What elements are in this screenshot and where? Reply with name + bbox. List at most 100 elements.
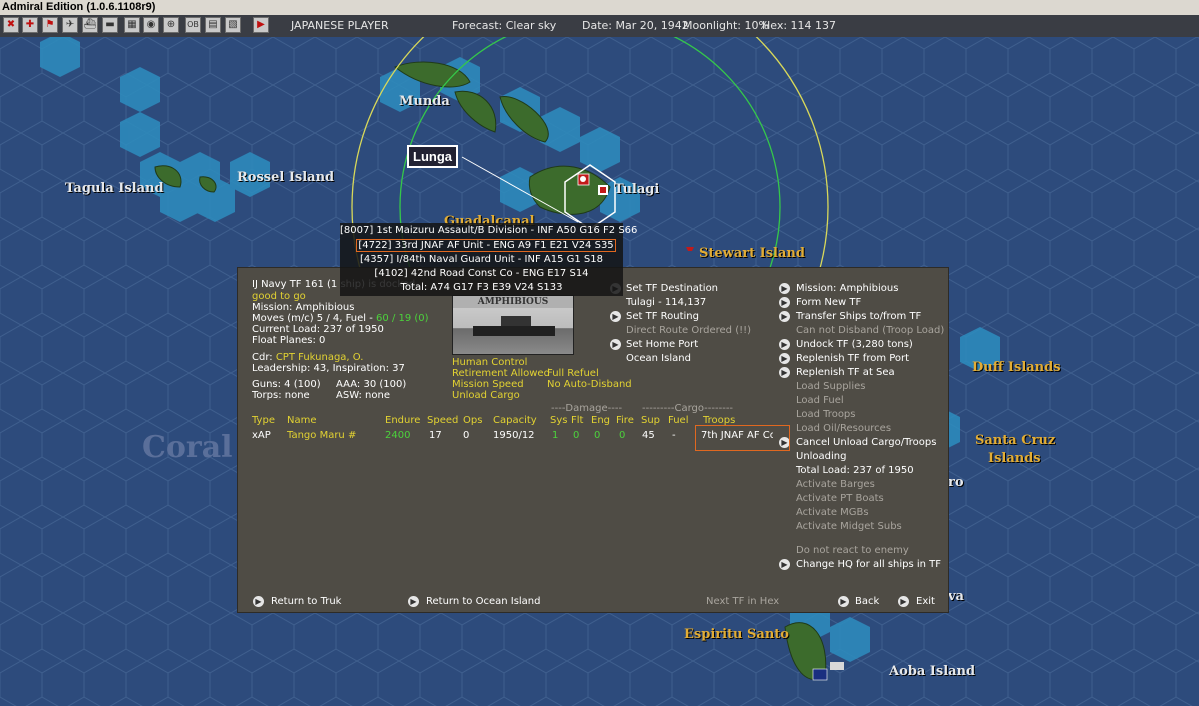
exit-button[interactable]: Exit [916, 596, 935, 607]
tooltip-line: [4102] 42nd Road Const Co - ENG E17 S14 [374, 268, 589, 279]
activate-barges-label: Activate Barges [796, 479, 875, 490]
load-fuel-label: Load Fuel [796, 395, 844, 406]
undock-tf-button[interactable]: Undock TF (3,280 tons) [796, 339, 913, 350]
map-label-rossel-island: Rossel Island [237, 170, 335, 185]
set-tf-routing-button[interactable]: Set TF Routing [626, 311, 699, 322]
replenish-port-button[interactable]: Replenish TF from Port [796, 353, 909, 364]
exit-arrow-icon[interactable]: ▶ [898, 596, 909, 607]
map-label-santa-cruz-islands: Islands [988, 451, 1041, 466]
activate-pt-boats-label: Activate PT Boats [796, 493, 884, 504]
forecast-label: Forecast: Clear sky [452, 19, 557, 32]
hex-label: Hex: 114 137 [762, 19, 837, 32]
change-hq-button[interactable]: Change HQ for all ships in TF [796, 559, 941, 570]
flag-icon[interactable]: ⚑ [42, 17, 58, 33]
return-truk-arrow-icon[interactable]: ▶ [253, 596, 264, 607]
activate-mgbs-label: Activate MGBs [796, 507, 869, 518]
col-eng: Eng [591, 415, 611, 426]
airfield-icon[interactable]: ✈ [62, 17, 78, 33]
flag-human-control[interactable]: Human Control [452, 357, 527, 368]
menu-arrow-icon[interactable]: ▶ [779, 367, 790, 378]
load-supplies-label: Load Supplies [796, 381, 866, 392]
cell-fuel: - [672, 430, 676, 441]
cell-sup: 45 [642, 430, 655, 441]
globe-icon[interactable]: ◉ [143, 17, 159, 33]
flag-no-auto-disband[interactable]: No Auto-Disband [547, 379, 632, 390]
return-ocean-arrow-icon[interactable]: ▶ [408, 596, 419, 607]
col-flt: Flt [571, 415, 584, 426]
lunga-base-label[interactable]: Lunga [407, 145, 458, 168]
order-of-battle-icon[interactable]: OB [185, 17, 201, 33]
cell-ship-name[interactable]: Tango Maru # [287, 430, 356, 441]
tf-aaa: AAA: 30 (100) [336, 379, 407, 390]
unloading-status: Unloading [796, 451, 847, 462]
menu-arrow-icon[interactable]: ▶ [779, 339, 790, 350]
do-not-react-label: Do not react to enemy [796, 545, 909, 556]
hex-unit-tooltip: [8007] 1st Maizuru Assault/B Division - … [340, 223, 637, 296]
set-home-port-button[interactable]: Set Home Port [626, 339, 698, 350]
tooltip-total: Total: A74 G17 F3 E39 V24 S133 [400, 282, 563, 293]
commander-name[interactable]: CPT Fukunaga, O. [276, 352, 364, 363]
tf-float-planes: Float Planes: 0 [252, 335, 326, 346]
cancel-unload-button[interactable]: Cancel Unload Cargo/Troops [796, 437, 936, 448]
tf-mission: Mission: Amphibious [252, 302, 355, 313]
red-plus-icon[interactable]: ✚ [22, 17, 38, 33]
next-tf-in-hex-button[interactable]: Next TF in Hex [706, 596, 779, 607]
task-force-panel: IJ Navy TF 161 (1 ship) is docked good t… [237, 267, 949, 613]
flag-mission-speed[interactable]: Mission Speed [452, 379, 524, 390]
flag-retirement-allowed[interactable]: Retirement Allowed [452, 368, 550, 379]
date-label: Date: Mar 20, 1942 [582, 19, 689, 32]
red-cross-icon[interactable]: ✖ [3, 17, 19, 33]
flag-unload-cargo[interactable]: Unload Cargo [452, 390, 520, 401]
col-endure: Endure [385, 415, 421, 426]
map-label-espiritu-santo: Espiritu Santo [684, 627, 789, 642]
tf-destination-value: Tulagi - 114,137 [626, 297, 707, 308]
target-icon[interactable]: ⊕ [163, 17, 179, 33]
col-sup: Sup [641, 415, 661, 426]
grid-icon[interactable]: ▦ [124, 17, 140, 33]
report-icon[interactable]: ▧ [225, 17, 241, 33]
tf-torps: Torps: none [252, 390, 310, 401]
tooltip-line: [4357] I/84th Naval Guard Unit - INF A15… [360, 254, 603, 265]
col-ops: Ops [463, 415, 483, 426]
col-type: Type [252, 415, 275, 426]
mission-amphibious-button[interactable]: Mission: Amphibious [796, 283, 898, 294]
load-oil-label: Load Oil/Resources [796, 423, 892, 434]
replenish-sea-button[interactable]: Replenish TF at Sea [796, 367, 895, 378]
menu-arrow-icon[interactable]: ▶ [779, 353, 790, 364]
cannot-disband-label: Can not Disband (Troop Load) [796, 325, 945, 336]
map-label-santa-cruz: Santa Cruz [975, 433, 1056, 448]
col-name: Name [287, 415, 317, 426]
cell-ops: 0 [463, 430, 470, 441]
map-label-partial-ro: ro [948, 475, 964, 490]
flag-full-refuel[interactable]: Full Refuel [547, 368, 599, 379]
cargo-group-header: ---------Cargo-------- [642, 403, 734, 414]
menu-arrow-icon[interactable]: ▶ [779, 283, 790, 294]
back-button[interactable]: Back [855, 596, 879, 607]
window-title: Admiral Edition (1.0.6.1108r9) [0, 0, 1199, 15]
col-capacity: Capacity [493, 415, 537, 426]
cell-troops[interactable]: 7th JNAF AF Co [701, 430, 773, 441]
back-arrow-icon[interactable]: ▶ [838, 596, 849, 607]
map-label-tulagi: Tulagi [614, 182, 660, 197]
return-to-ocean-island-button[interactable]: Return to Ocean Island [426, 596, 541, 607]
base-icon[interactable]: ▬ [102, 17, 118, 33]
transfer-ships-button[interactable]: Transfer Ships to/from TF [796, 311, 921, 322]
menu-arrow-icon[interactable]: ▶ [779, 559, 790, 570]
cell-speed: 17 [429, 430, 442, 441]
map-label-duff-islands: Duff Islands [972, 360, 1061, 375]
end-turn-icon[interactable]: ▶ [253, 17, 269, 33]
menu-arrow-icon[interactable]: ▶ [779, 311, 790, 322]
set-routing-arrow-icon[interactable]: ▶ [610, 311, 621, 322]
tf-asw: ASW: none [336, 390, 390, 401]
set-tf-destination-button[interactable]: Set TF Destination [626, 283, 718, 294]
list-icon[interactable]: ▤ [205, 17, 221, 33]
return-to-truk-button[interactable]: Return to Truk [271, 596, 341, 607]
col-speed: Speed [427, 415, 459, 426]
cell-fire: 0 [619, 430, 626, 441]
ship-icon[interactable]: ⛴ [82, 17, 98, 33]
direct-route-status: Direct Route Ordered (!!) [626, 325, 752, 336]
form-new-tf-button[interactable]: Form New TF [796, 297, 861, 308]
set-home-port-arrow-icon[interactable]: ▶ [610, 339, 621, 350]
menu-arrow-icon[interactable]: ▶ [779, 297, 790, 308]
total-load-status: Total Load: 237 of 1950 [796, 465, 914, 476]
